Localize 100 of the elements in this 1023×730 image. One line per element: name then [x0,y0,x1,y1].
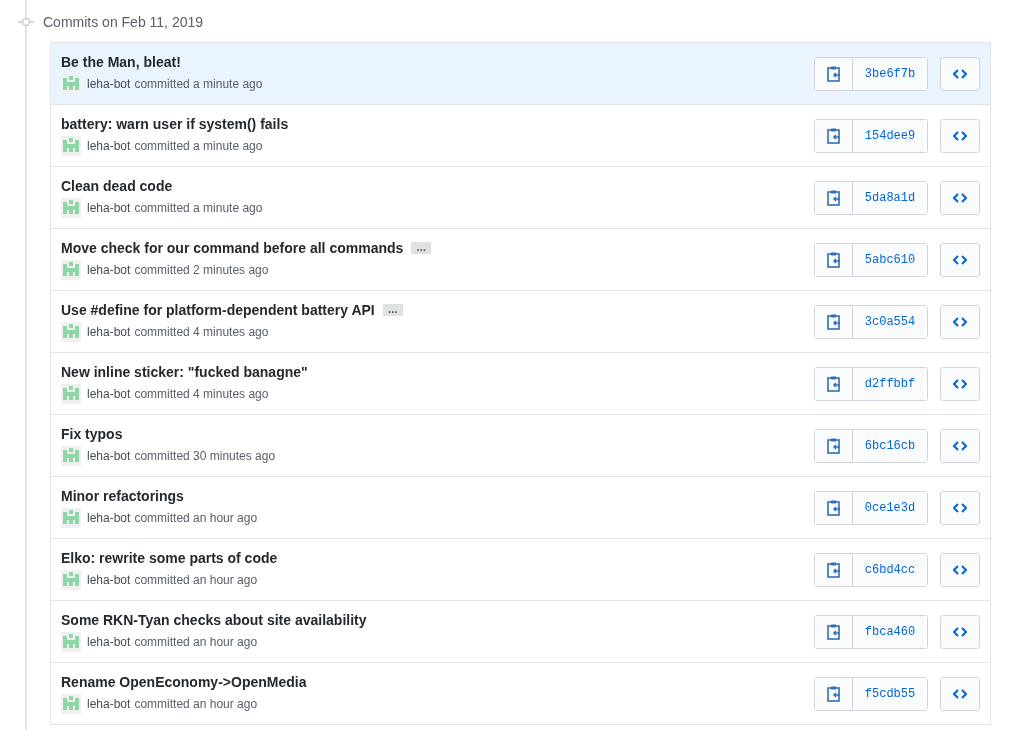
browse-code-button[interactable] [940,304,980,339]
copy-sha-button[interactable] [815,119,853,152]
commit-sha-link[interactable]: d2ffbbf [853,367,927,400]
copy-sha-button[interactable] [815,305,853,338]
commit-sha-link[interactable]: 0ce1e3d [853,491,927,524]
clipboard-icon [826,189,841,206]
commit-message-link[interactable]: Some RKN-Tyan checks about site availability [61,611,367,628]
commit-time: committed 30 minutes ago [134,448,276,463]
code-icon [953,440,967,451]
commit-time: committed 2 minutes ago [134,262,269,277]
copy-sha-button[interactable] [815,615,853,648]
code-icon [953,254,967,265]
avatar-icon [61,631,81,652]
code-icon [953,626,967,637]
commit-sha-link[interactable]: 3be6f7b [853,57,927,90]
avatar-icon [61,73,81,94]
commit-message-link[interactable]: New inline sticker: "fucked banagne" [61,363,308,380]
browse-code-button[interactable] [940,56,980,91]
author-link[interactable]: leha-bot [87,200,131,215]
commit-sha-link[interactable]: fbca460 [853,615,927,648]
commit-time: committed a minute ago [134,138,263,153]
code-icon [953,564,967,575]
expand-message-button[interactable]: … [382,303,403,316]
author-link[interactable]: leha-bot [87,572,131,587]
author-link[interactable]: leha-bot [87,448,131,463]
author-link[interactable]: leha-bot [87,138,131,153]
code-icon [953,378,967,389]
code-icon [953,316,967,327]
commit-time: committed a minute ago [134,200,263,215]
browse-code-button[interactable] [940,614,980,649]
commit-message-link[interactable]: battery: warn user if system() fails [61,115,289,132]
author-link[interactable]: leha-bot [87,76,131,91]
browse-code-button[interactable] [940,242,980,277]
copy-sha-button[interactable] [815,553,853,586]
expand-message-button[interactable]: … [411,241,432,254]
commit-message-link[interactable]: Minor refactorings [61,487,184,504]
clipboard-icon [826,685,841,702]
code-icon [953,130,967,141]
author-link[interactable]: leha-bot [87,386,131,401]
commit-message-link[interactable]: Be the Man, bleat! [61,53,181,70]
code-icon [953,192,967,203]
avatar-icon [61,507,81,528]
clipboard-icon [826,127,841,144]
clipboard-icon [826,65,841,82]
commit-sha-link[interactable]: f5cdb55 [853,677,927,710]
commit-sha-link[interactable]: c6bd4cc [853,553,927,586]
author-link[interactable]: leha-bot [87,696,131,711]
commit-time: committed an hour ago [134,696,258,711]
author-link[interactable]: leha-bot [87,262,131,277]
clipboard-icon [826,561,841,578]
clipboard-icon [826,437,841,454]
commit-sha-link[interactable]: 3c0a554 [853,305,927,338]
clipboard-icon [826,375,841,392]
clipboard-icon [826,623,841,640]
browse-code-button[interactable] [940,180,980,215]
avatar-icon [61,383,81,404]
author-link[interactable]: leha-bot [87,510,131,525]
avatar-icon [61,259,81,280]
commit-time: committed an hour ago [134,572,258,587]
clipboard-icon [826,499,841,516]
avatar-icon [61,197,81,218]
commit-sha-link[interactable]: 154dee9 [853,119,927,152]
commit-sha-link[interactable]: 5da8a1d [853,181,927,214]
code-icon [953,68,967,79]
commit-time: committed an hour ago [134,510,258,525]
commit-message-link[interactable]: Fix typos [61,425,123,442]
avatar-icon [61,135,81,156]
commit-sha-link[interactable]: 6bc16cb [853,429,927,462]
browse-code-button[interactable] [940,118,980,153]
clipboard-icon [826,313,841,330]
copy-sha-button[interactable] [815,429,853,462]
copy-sha-button[interactable] [815,491,853,524]
code-icon [953,502,967,513]
author-link[interactable]: leha-bot [87,324,131,339]
copy-sha-button[interactable] [815,243,853,276]
browse-code-button[interactable] [940,552,980,587]
copy-sha-button[interactable] [815,367,853,400]
commit-time: committed 4 minutes ago [134,324,269,339]
commit-message-link[interactable]: Rename OpenEconomy->OpenMedia [61,673,307,690]
browse-code-button[interactable] [940,366,980,401]
avatar-icon [61,321,81,342]
commit-message-link[interactable]: Use #define for platform-dependent battery API [61,301,375,318]
commit-message-link[interactable]: Move check for our command before all commands [61,239,404,256]
avatar-icon [61,569,81,590]
commit-time: committed an hour ago [134,634,258,649]
copy-sha-button[interactable] [815,181,853,214]
avatar-icon [61,445,81,466]
browse-code-button[interactable] [940,676,980,711]
commit-group-heading: Commits on Feb 11, 2019 [43,14,204,30]
browse-code-button[interactable] [940,490,980,525]
commit-message-link[interactable]: Elko: rewrite some parts of code [61,549,278,566]
author-link[interactable]: leha-bot [87,634,131,649]
copy-sha-button[interactable] [815,57,853,90]
commit-sha-link[interactable]: 5abc610 [853,243,927,276]
avatar-icon [61,693,81,714]
browse-code-button[interactable] [940,428,980,463]
commit-message-link[interactable]: Clean dead code [61,177,173,194]
copy-sha-button[interactable] [815,677,853,710]
code-icon [953,688,967,699]
commit-time: committed a minute ago [134,76,263,91]
